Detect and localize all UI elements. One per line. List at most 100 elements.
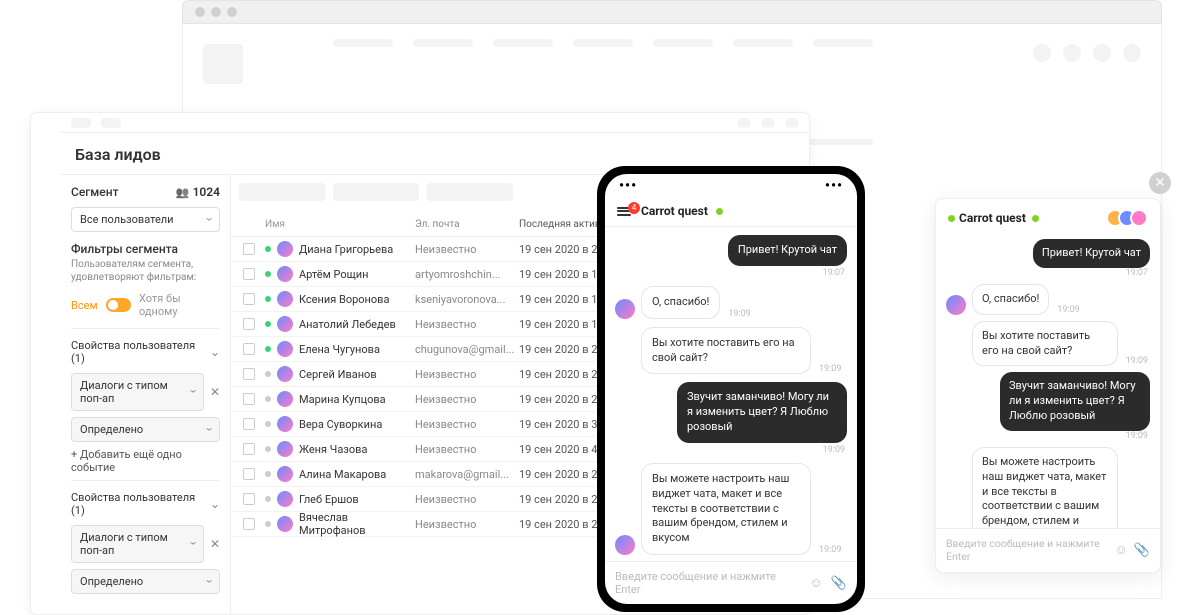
widget-messages: Привет! Крутой чат19:07О, спасибо!19:09В… xyxy=(936,235,1160,528)
col-name[interactable]: Имя xyxy=(265,219,415,230)
avatar xyxy=(277,266,293,282)
avatar xyxy=(615,535,635,555)
attach-icon[interactable]: 📎 xyxy=(831,576,847,591)
message-time: 19:09 xyxy=(823,445,845,455)
status-dot-icon xyxy=(265,471,271,477)
message-row: Привет! Крутой чат xyxy=(615,235,847,266)
chevron-down-icon[interactable]: ⌄ xyxy=(210,497,220,511)
chat-input[interactable]: Введите сообщение и нажмите Enter ☺ 📎 xyxy=(605,561,857,604)
status-dot-icon xyxy=(265,521,271,527)
message-row: О, спасибо!19:09 xyxy=(615,286,847,319)
avatar xyxy=(277,241,293,257)
status-dot-icon xyxy=(265,496,271,502)
message-bubble: Звучит заманчиво! Могу ли я изменить цве… xyxy=(677,382,847,443)
filter-select-2b[interactable]: Определено xyxy=(71,569,220,594)
message-time: 19:07 xyxy=(823,268,845,278)
message-bubble: О, спасибо! xyxy=(641,286,720,319)
row-name: Анатолий Лебедев xyxy=(299,318,396,331)
row-email: kseniyavoronova... xyxy=(415,293,519,306)
menu-icon[interactable]: 4 xyxy=(617,207,635,216)
row-checkbox[interactable] xyxy=(243,443,255,455)
emoji-icon[interactable]: ☺ xyxy=(1115,542,1128,558)
filter-group-title: Свойства пользователя (1) xyxy=(71,339,210,365)
row-checkbox[interactable] xyxy=(243,243,255,255)
remove-filter-icon[interactable]: ✕ xyxy=(210,537,220,551)
message-row: Привет! Крутой чат xyxy=(946,239,1150,268)
add-event-button[interactable]: + Добавить ещё одно событие xyxy=(71,448,220,474)
row-checkbox[interactable] xyxy=(243,518,255,530)
row-checkbox[interactable] xyxy=(243,343,255,355)
team-avatars xyxy=(1112,209,1148,227)
segment-count: 1024 xyxy=(176,185,220,199)
row-email: chugunova@gmail... xyxy=(415,343,519,356)
emoji-icon[interactable]: ☺ xyxy=(810,575,823,591)
chat-input-placeholder: Введите сообщение и нажмите Enter xyxy=(615,570,802,596)
row-email: Неизвестно xyxy=(415,418,519,431)
row-name: Марина Купцова xyxy=(299,393,386,406)
attach-icon[interactable]: 📎 xyxy=(1134,543,1150,558)
widget-brand: Carrot quest xyxy=(959,211,1026,225)
row-checkbox[interactable] xyxy=(243,393,255,405)
phone-statusbar: •••••• xyxy=(605,174,857,198)
leads-toolbar xyxy=(61,113,809,133)
chevron-down-icon[interactable]: ⌄ xyxy=(210,345,220,359)
row-email: makarova@gmail... xyxy=(415,468,519,481)
avatar xyxy=(615,299,635,319)
message-row: Звучит заманчиво! Могу ли я изменить цве… xyxy=(946,372,1150,431)
filter-group-title: Свойства пользователя (1) xyxy=(71,491,210,517)
status-dot-icon xyxy=(265,371,271,377)
filter-select-1[interactable]: Диалоги с типом поп-ап xyxy=(71,373,204,411)
avatar xyxy=(277,466,293,482)
remove-filter-icon[interactable]: ✕ xyxy=(210,385,220,399)
message-time: 19:09 xyxy=(1126,356,1148,366)
row-name: Алина Макарова xyxy=(299,468,386,481)
widget-input[interactable]: Введите сообщение и нажмите Enter ☺ 📎 xyxy=(936,528,1160,572)
chat-messages: Привет! Крутой чат19:07О, спасибо!19:09В… xyxy=(605,227,857,561)
row-checkbox[interactable] xyxy=(243,493,255,505)
message-row: Вы можете настроить наш виджет чата, мак… xyxy=(615,463,847,555)
row-checkbox[interactable] xyxy=(243,268,255,280)
status-dot-icon xyxy=(265,421,271,427)
filter-select-2[interactable]: Определено xyxy=(71,417,220,442)
filter-select-1b[interactable]: Диалоги с типом поп-ап xyxy=(71,525,204,563)
status-dot-icon xyxy=(265,346,271,352)
row-checkbox[interactable] xyxy=(243,468,255,480)
row-checkbox[interactable] xyxy=(243,368,255,380)
avatar xyxy=(277,441,293,457)
row-checkbox[interactable] xyxy=(243,293,255,305)
message-bubble: Вы хотите поставить его на свой сайт? xyxy=(972,321,1118,367)
people-icon xyxy=(176,185,190,199)
row-name: Вячеслав Митрофанов xyxy=(299,511,415,537)
row-checkbox[interactable] xyxy=(243,418,255,430)
row-email: Неизвестно xyxy=(415,393,519,406)
status-dot-icon xyxy=(265,321,271,327)
row-email: Неизвестно xyxy=(415,443,519,456)
row-checkbox[interactable] xyxy=(243,318,255,330)
row-name: Сергей Иванов xyxy=(299,368,377,381)
close-icon[interactable]: ✕ xyxy=(1149,172,1171,194)
message-time: 19:09 xyxy=(819,364,841,374)
message-bubble: Вы можете настроить наш виджет чата, мак… xyxy=(972,447,1118,528)
col-email[interactable]: Эл. почта xyxy=(415,219,519,230)
row-email: Неизвестно xyxy=(415,243,519,256)
status-dot-icon xyxy=(265,296,271,302)
row-name: Диана Григорьева xyxy=(299,243,393,256)
avatar xyxy=(946,295,966,315)
message-bubble: Привет! Крутой чат xyxy=(1033,239,1150,268)
avatar xyxy=(277,366,293,382)
message-row: Вы хотите поставить его на свой сайт? 19:… xyxy=(946,321,1150,367)
chat-brand: Carrot quest xyxy=(641,204,708,218)
avatar xyxy=(277,491,293,507)
avatar xyxy=(1130,209,1148,227)
message-row: О, спасибо!19:09 xyxy=(946,284,1150,315)
segment-select[interactable]: Все пользователи xyxy=(71,207,220,232)
message-bubble: Вы хотите поставить его на свой сайт? xyxy=(641,327,811,375)
status-dot-icon xyxy=(265,246,271,252)
avatar xyxy=(277,316,293,332)
message-time: 19:09 xyxy=(1057,305,1079,315)
toggle-any-label[interactable]: Хотя бы одному xyxy=(139,292,220,318)
message-row: Вы можете настроить наш виджет чата, мак… xyxy=(946,447,1150,528)
toggle-all-label[interactable]: Всем xyxy=(71,299,98,312)
row-email: artyomroshchin... xyxy=(415,268,519,281)
toggle-switch[interactable] xyxy=(106,298,131,312)
